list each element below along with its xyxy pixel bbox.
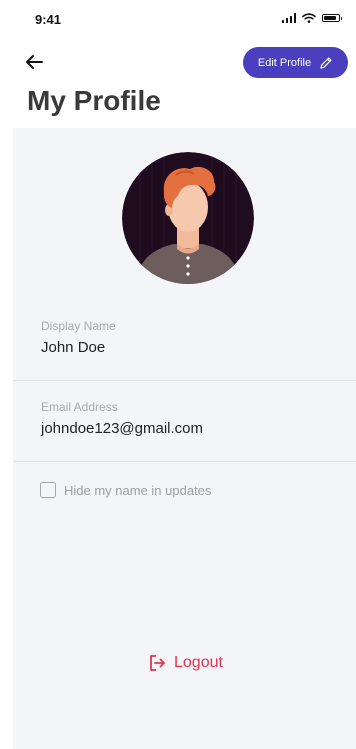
page-title: My Profile [27, 85, 161, 116]
avatar-illustration [122, 152, 254, 284]
avatar [122, 152, 254, 284]
profile-card: Display Name John Doe Email Address john… [13, 128, 356, 749]
cellular-signal-icon [281, 13, 296, 23]
email-value: johndoe123@gmail.com [41, 420, 203, 437]
display-name-field: Display Name John Doe [13, 301, 356, 381]
status-icons [281, 13, 342, 23]
battery-icon [322, 14, 342, 22]
wifi-icon [302, 13, 316, 23]
display-name-label: Display Name [41, 319, 116, 333]
email-label: Email Address [41, 400, 118, 414]
logout-button[interactable]: Logout [147, 653, 223, 673]
edit-profile-label: Edit Profile [257, 56, 312, 69]
status-time: 9:41 [35, 12, 62, 27]
hide-name-option[interactable]: Hide my name in updates [40, 482, 211, 498]
logout-label: Logout [174, 654, 223, 671]
email-field: Email Address johndoe123@gmail.com [13, 382, 356, 462]
pencil-icon [320, 56, 332, 69]
back-button[interactable] [22, 50, 46, 74]
status-bar: 9:41 [0, 0, 356, 44]
edit-profile-button[interactable]: Edit Profile [243, 47, 348, 78]
display-name-value: John Doe [41, 339, 106, 356]
arrow-left-icon [26, 55, 43, 69]
hide-name-checkbox[interactable] [40, 482, 56, 498]
hide-name-label: Hide my name in updates [64, 482, 212, 498]
logout-icon [150, 655, 165, 671]
